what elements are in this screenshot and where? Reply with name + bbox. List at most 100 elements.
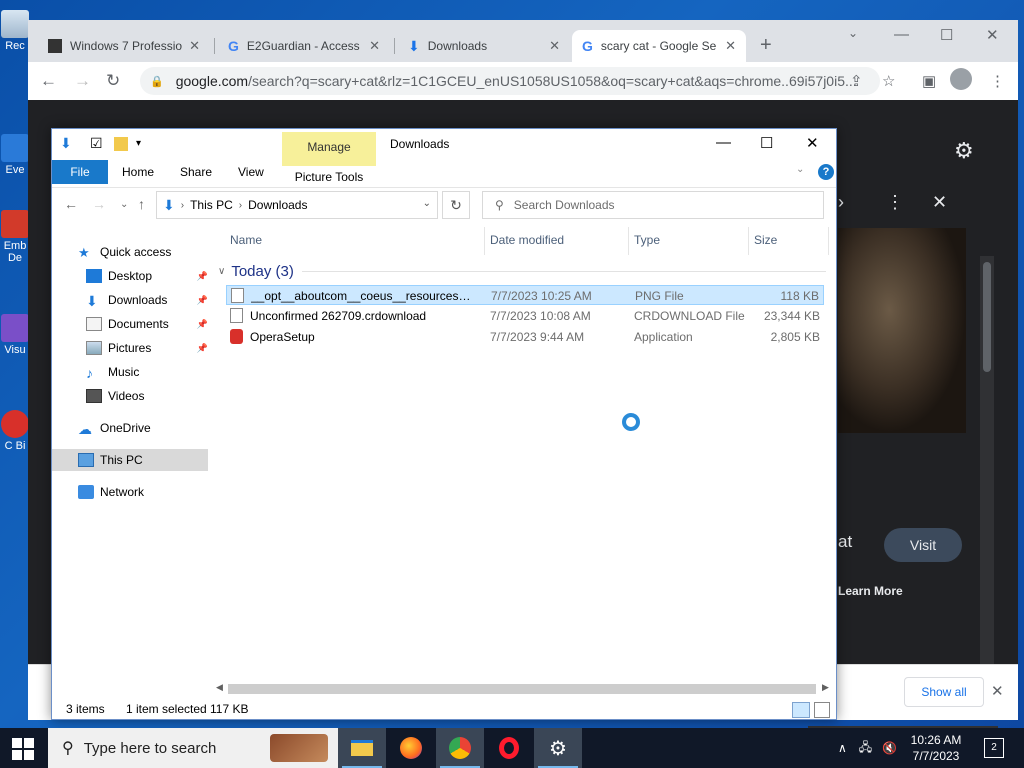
- column-header-type[interactable]: Type: [634, 233, 660, 247]
- taskbar-firefox[interactable]: [387, 728, 435, 768]
- tab-view[interactable]: View: [226, 160, 276, 184]
- gear-icon[interactable]: ⚙: [954, 138, 974, 164]
- close-icon[interactable]: ✕: [549, 38, 560, 54]
- profile-avatar-icon[interactable]: [950, 68, 972, 90]
- taskbar-settings[interactable]: ⚙: [534, 728, 582, 768]
- column-header-name[interactable]: Name: [230, 233, 262, 247]
- nav-downloads[interactable]: ⬇ Downloads 📌: [52, 289, 208, 311]
- nav-pictures[interactable]: Pictures 📌: [52, 337, 208, 359]
- minimize-button[interactable]: —: [716, 134, 731, 151]
- share-icon[interactable]: ⇪: [850, 72, 863, 90]
- recent-locations-icon[interactable]: ⌄: [120, 199, 128, 210]
- refresh-button[interactable]: ↻: [442, 191, 470, 219]
- taskbar-opera[interactable]: [485, 728, 533, 768]
- scrollbar-thumb[interactable]: [983, 262, 991, 372]
- system-clock[interactable]: 10:26 AM 7/7/2023: [896, 732, 976, 764]
- desktop-icon-app-2[interactable]: Emb De: [0, 210, 30, 264]
- tab-file[interactable]: File: [52, 160, 108, 184]
- help-icon[interactable]: ?: [818, 164, 834, 180]
- group-header-today[interactable]: ∨ Today (3): [218, 261, 826, 281]
- visit-button[interactable]: Visit: [884, 528, 962, 562]
- tab-share[interactable]: Share: [168, 160, 224, 184]
- notification-center-icon[interactable]: 2: [984, 738, 1004, 758]
- chevron-right-icon[interactable]: ›: [181, 200, 184, 211]
- new-tab-button[interactable]: +: [760, 34, 772, 57]
- large-icons-view-icon[interactable]: [814, 702, 830, 718]
- chevron-right-icon[interactable]: ›: [838, 192, 844, 213]
- file-row[interactable]: __opt__aboutcom__coeus__resources__co...…: [226, 285, 824, 305]
- close-icon[interactable]: ✕: [932, 192, 947, 213]
- column-divider[interactable]: [628, 227, 629, 255]
- maximize-button[interactable]: ☐: [940, 26, 953, 44]
- scrollbar-thumb[interactable]: [228, 684, 816, 694]
- tab-home[interactable]: Home: [110, 160, 166, 184]
- close-window-button[interactable]: ✕: [986, 26, 999, 44]
- cat-image[interactable]: [838, 228, 966, 433]
- windows-start-icon[interactable]: [12, 738, 34, 760]
- expand-ribbon-icon[interactable]: ⌄: [796, 164, 804, 175]
- tab-windows7[interactable]: Windows 7 Professio ✕: [38, 30, 210, 62]
- scroll-right-icon[interactable]: ▶: [822, 682, 829, 693]
- nav-desktop[interactable]: Desktop 📌: [52, 265, 208, 287]
- close-icon[interactable]: ✕: [991, 682, 1004, 700]
- desktop-icon-app-4[interactable]: C Bi: [0, 410, 30, 452]
- search-downloads-box[interactable]: ⚲: [482, 191, 824, 219]
- details-view-icon[interactable]: [792, 702, 810, 718]
- close-window-button[interactable]: ✕: [806, 134, 819, 152]
- nav-quick-access[interactable]: ★ Quick access: [52, 241, 208, 263]
- forward-button[interactable]: →: [74, 71, 91, 91]
- address-bar[interactable]: 🔒 google.com/search?q=scary+cat&rlz=1C1G…: [140, 67, 880, 95]
- desktop-icon-recycle-bin[interactable]: Rec: [0, 10, 30, 52]
- back-button[interactable]: ←: [40, 71, 57, 91]
- tab-search-icon[interactable]: ⌄: [848, 26, 858, 40]
- breadcrumb-this-pc[interactable]: This PC: [190, 198, 233, 212]
- file-row[interactable]: OperaSetup 7/7/2023 9:44 AM Application …: [226, 327, 824, 347]
- horizontal-scrollbar[interactable]: ◀ ▶: [214, 681, 836, 697]
- scroll-left-icon[interactable]: ◀: [216, 682, 223, 693]
- properties-icon[interactable]: ☑: [90, 135, 103, 152]
- volume-muted-icon[interactable]: 🔇: [882, 741, 897, 755]
- network-status-icon[interactable]: 🖧: [859, 738, 872, 759]
- more-vert-icon[interactable]: ⋮: [886, 192, 904, 213]
- tab-e2guardian[interactable]: G E2Guardian - Access ✕: [218, 30, 390, 62]
- customize-quick-access-icon[interactable]: ▾: [136, 138, 141, 149]
- back-button[interactable]: ←: [64, 196, 78, 212]
- up-button[interactable]: ↑: [138, 196, 145, 212]
- chevron-right-icon[interactable]: ›: [239, 200, 242, 211]
- taskbar-file-explorer[interactable]: [338, 728, 386, 768]
- desktop-icon-app-3[interactable]: Visu: [0, 314, 30, 356]
- new-folder-icon[interactable]: [114, 137, 128, 151]
- close-icon[interactable]: ✕: [189, 38, 200, 54]
- column-divider[interactable]: [828, 227, 829, 255]
- nav-documents[interactable]: Documents 📌: [52, 313, 208, 335]
- search-input[interactable]: [513, 198, 794, 212]
- learn-more-link[interactable]: Learn More: [838, 584, 903, 598]
- taskbar-chrome[interactable]: [436, 728, 484, 768]
- column-divider[interactable]: [484, 227, 485, 255]
- breadcrumb-downloads[interactable]: Downloads: [248, 198, 307, 212]
- nav-onedrive[interactable]: ☁ OneDrive: [52, 417, 208, 439]
- desktop-icon-app-1[interactable]: Eve: [0, 134, 30, 176]
- nav-this-pc[interactable]: This PC: [52, 449, 208, 471]
- taskbar-search[interactable]: ⚲ Type here to search: [48, 728, 338, 768]
- bookmark-star-icon[interactable]: ☆: [882, 72, 895, 90]
- close-icon[interactable]: ✕: [369, 38, 380, 54]
- column-header-date[interactable]: Date modified: [490, 233, 564, 247]
- column-header-size[interactable]: Size: [754, 233, 777, 247]
- address-breadcrumb[interactable]: ⬇ › This PC › Downloads ⌄: [156, 191, 438, 219]
- side-panel-icon[interactable]: ▣: [922, 72, 936, 90]
- chevron-down-icon[interactable]: ⌄: [423, 198, 431, 209]
- nav-music[interactable]: ♪ Music: [52, 361, 208, 383]
- show-all-button[interactable]: Show all: [904, 677, 984, 707]
- chevron-down-icon[interactable]: ∨: [218, 266, 225, 277]
- tab-downloads[interactable]: ⬇ Downloads ✕: [398, 30, 570, 62]
- reload-button[interactable]: ↻: [106, 71, 120, 91]
- forward-button[interactable]: →: [92, 196, 106, 212]
- close-icon[interactable]: ✕: [725, 38, 736, 54]
- nav-videos[interactable]: Videos: [52, 385, 208, 407]
- menu-kebab-icon[interactable]: ⋮: [990, 72, 1005, 90]
- minimize-button[interactable]: —: [894, 26, 909, 43]
- lock-icon[interactable]: 🔒: [150, 75, 164, 88]
- tab-scary-cat[interactable]: G scary cat - Google Se ✕: [572, 30, 746, 62]
- nav-network[interactable]: Network: [52, 481, 208, 503]
